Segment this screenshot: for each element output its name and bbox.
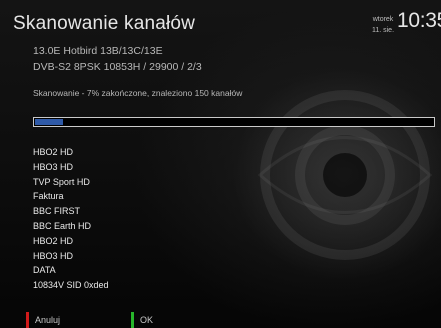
channel-list-item: HBO2 HD bbox=[33, 147, 74, 157]
background-eye-graphic bbox=[257, 90, 433, 260]
date-label: 11. sie. bbox=[371, 27, 395, 34]
day-of-week: wtorek bbox=[372, 16, 394, 23]
channel-list-item: HBO3 HD bbox=[33, 161, 74, 172]
ok-label: OK bbox=[140, 315, 154, 325]
cancel-label: Anuluj bbox=[35, 315, 61, 325]
channel-list-item: DATA bbox=[33, 265, 56, 276]
ok-button[interactable]: OK bbox=[131, 312, 153, 328]
transponder-params: DVB-S2 8PSK 10853H / 29900 / 2/3 bbox=[33, 61, 202, 73]
clock: 10:35 bbox=[397, 9, 441, 32]
channel-list-item: BBC Earth HD bbox=[33, 220, 92, 231]
channel-list-item: 10834V SID 0xded bbox=[33, 280, 109, 291]
scan-status: Skanowanie - 7% zakończone, znaleziono 1… bbox=[33, 88, 243, 98]
channel-list-item: TVP Sport HD bbox=[33, 176, 90, 187]
scan-progress-bar bbox=[33, 117, 435, 127]
cancel-button[interactable]: Anuluj bbox=[26, 312, 60, 328]
found-channels-list: HBO2 HD HBO3 HD TVP Sport HD Faktura BBC FIR… bbox=[33, 145, 109, 293]
channel-list-item: HBO3 HD bbox=[33, 250, 74, 261]
satellite-info: 13.0E Hotbird 13B/13C/13E bbox=[33, 45, 163, 57]
channel-list-item: Faktura bbox=[33, 191, 64, 202]
channel-list-item: BBC FIRST bbox=[33, 206, 81, 217]
scan-screen: Skanowanie kanałów wtorek 11. sie. 10:35… bbox=[0, 0, 441, 328]
scan-progress-fill bbox=[35, 119, 63, 125]
green-key-icon bbox=[131, 312, 134, 328]
red-key-icon bbox=[26, 312, 29, 328]
channel-list-item: HBO2 HD bbox=[33, 235, 74, 246]
page-title: Skanowanie kanałów bbox=[13, 13, 196, 34]
